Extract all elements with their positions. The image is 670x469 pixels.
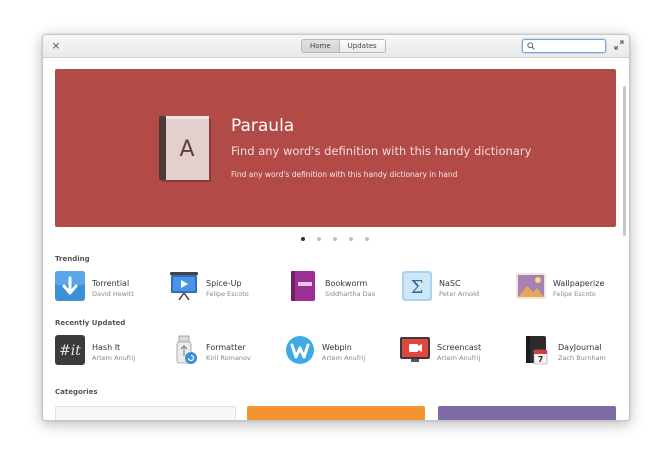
app-author: Artem Anufrij — [437, 354, 481, 362]
app-tile-dayjournal[interactable]: 7 DayJournal Zach Burnham — [521, 335, 629, 367]
app-name: Bookworm — [325, 279, 368, 288]
dictionary-book-icon: A — [159, 116, 211, 182]
featured-app-description: Find any word's definition with this han… — [231, 170, 458, 179]
search-input[interactable] — [537, 40, 601, 52]
app-author: Felipe Escoto — [206, 290, 249, 298]
app-author: Artem Anufrij — [322, 354, 366, 362]
app-author: Kiril Romanov — [206, 354, 251, 362]
search-field[interactable] — [522, 39, 606, 53]
carousel-dot[interactable] — [349, 237, 353, 241]
featured-banner[interactable]: A Paraula Find any word's definition wit… — [55, 69, 616, 227]
app-tile-spice-up[interactable]: Spice-Up Felipe Escoto — [169, 271, 279, 303]
app-tile-torrential[interactable]: Torrential David Hewitt — [55, 271, 165, 303]
carousel-indicator — [301, 237, 369, 241]
close-button[interactable]: × — [49, 39, 63, 53]
category-card[interactable] — [247, 406, 425, 420]
svg-text:Σ: Σ — [411, 277, 424, 298]
svg-text:7: 7 — [538, 355, 544, 364]
screencast-icon — [400, 337, 430, 362]
tab-home[interactable]: Home — [302, 40, 339, 52]
recently-updated-heading: Recently Updated — [55, 319, 126, 327]
trending-heading: Trending — [55, 255, 90, 263]
webpin-icon — [286, 336, 314, 364]
formatter-icon — [176, 335, 197, 364]
app-tile-screencast[interactable]: Screencast Artem Anufrij — [400, 335, 510, 367]
spice-up-icon — [170, 272, 198, 301]
nasc-icon: Σ — [402, 271, 432, 301]
app-author: Zach Burnham — [558, 354, 606, 362]
app-tile-wallpaperize[interactable]: Wallpaperize Felipe Escoto — [516, 271, 626, 303]
app-name: Formatter — [206, 343, 246, 352]
carousel-dot[interactable] — [365, 237, 369, 241]
carousel-dot[interactable] — [301, 237, 305, 241]
app-tile-hash-it[interactable]: #it Hash It Artem Anufrij — [55, 335, 165, 367]
app-window: × Home Updates A Paraula Find any word's… — [42, 34, 630, 421]
app-author: Artem Anufrij — [92, 354, 136, 362]
wallpaperize-icon — [516, 273, 546, 299]
app-author: Siddhartha Das — [325, 290, 376, 298]
app-name: DayJournal — [558, 343, 602, 352]
category-card[interactable] — [438, 406, 616, 420]
carousel-dot[interactable] — [333, 237, 337, 241]
torrential-icon — [55, 271, 85, 301]
scrollbar[interactable] — [623, 86, 626, 236]
app-tile-nasc[interactable]: Σ NaSC Peter Arnold — [402, 271, 512, 303]
app-tile-bookworm[interactable]: Bookworm Siddhartha Das — [288, 271, 398, 303]
carousel-dot[interactable] — [317, 237, 321, 241]
app-name: Hash It — [92, 343, 121, 352]
trending-row: Torrential David Hewitt Spice-Up Felipe … — [55, 271, 615, 303]
book-letter: A — [179, 137, 194, 162]
hash-it-icon: #it — [55, 335, 85, 365]
category-card[interactable] — [55, 406, 236, 420]
recently-updated-row: #it Hash It Artem Anufrij Formatter Kiri… — [55, 335, 615, 367]
dayjournal-icon: 7 — [526, 336, 548, 365]
view-switcher: Home Updates — [301, 39, 386, 53]
app-name: Wallpaperize — [553, 279, 605, 288]
app-author: Felipe Escoto — [553, 290, 596, 298]
featured-app-title: Paraula — [231, 116, 295, 136]
app-tile-webpin[interactable]: Webpin Artem Anufrij — [285, 335, 395, 367]
app-author: Peter Arnold — [439, 290, 480, 298]
featured-app-summary: Find any word's definition with this han… — [231, 144, 532, 158]
app-name: Spice-Up — [206, 279, 242, 288]
header-bar: × Home Updates — [43, 35, 629, 58]
svg-text:#it: #it — [59, 343, 81, 359]
app-name: Torrential — [92, 279, 130, 288]
tab-updates[interactable]: Updates — [338, 40, 385, 52]
bookworm-icon — [291, 271, 315, 301]
app-name: Webpin — [322, 343, 352, 352]
app-author: David Hewitt — [92, 290, 134, 298]
main-content: A Paraula Find any word's definition wit… — [43, 58, 629, 420]
app-name: NaSC — [439, 279, 461, 288]
maximize-icon[interactable] — [614, 40, 624, 50]
search-icon — [527, 42, 535, 50]
app-name: Screencast — [437, 343, 482, 352]
categories-heading: Categories — [55, 388, 98, 396]
app-tile-formatter[interactable]: Formatter Kiril Romanov — [169, 335, 279, 367]
